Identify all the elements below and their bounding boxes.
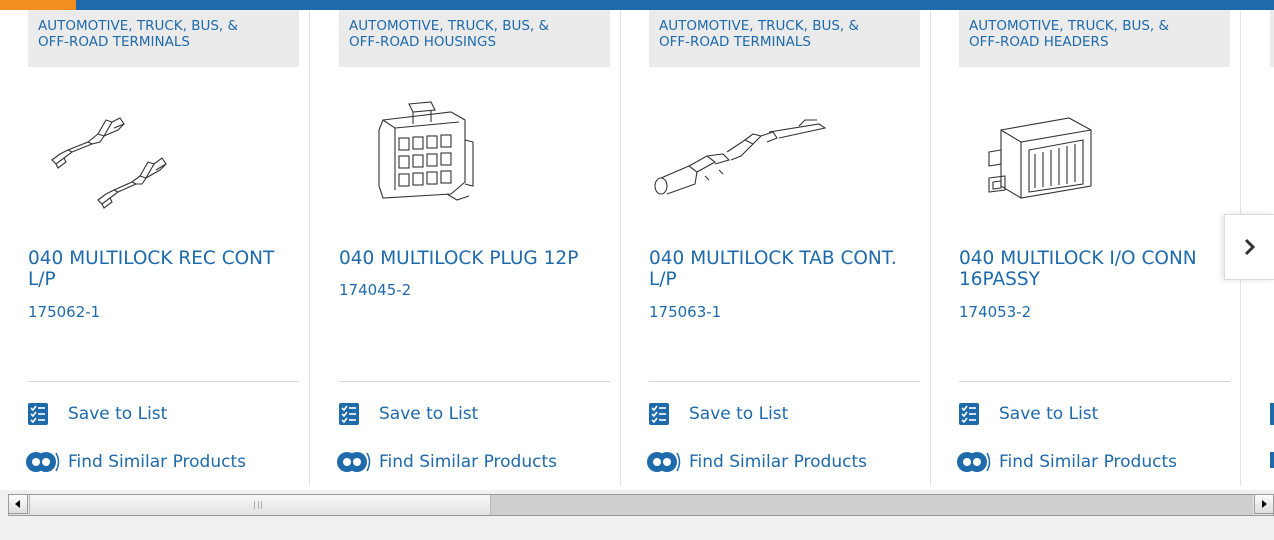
save-label: Save to List <box>689 404 789 424</box>
terminal-pair-image[interactable] <box>28 90 178 210</box>
save-to-list-button[interactable]: Save to List <box>649 403 788 425</box>
scroll-left-button[interactable] <box>8 494 28 514</box>
tab-terminal-image[interactable] <box>649 90 839 210</box>
save-label: Save to List <box>379 404 479 424</box>
category-line: OFF-ROAD TERMINALS <box>38 34 190 50</box>
similar-label: Find Similar Products <box>999 452 1177 472</box>
checklist-icon <box>959 403 979 425</box>
category-line: OFF-ROAD TERMINALS <box>659 34 811 50</box>
similar-products-icon <box>957 452 991 472</box>
product-card[interactable]: AUTOMOTIVE, TRUCK, BUS, & OFF-ROAD HEADE… <box>931 10 1241 486</box>
checklist-icon <box>339 403 359 425</box>
part-number[interactable]: 175062-1 <box>28 303 100 321</box>
product-name[interactable]: 040 MULTILOCK REC CONT L/P <box>28 248 303 290</box>
part-number[interactable]: 174045-2 <box>339 281 411 299</box>
product-category[interactable]: AUTOMOTIVE, TRUCK, BUS, & OFF-ROAD HOUSI… <box>339 10 610 67</box>
next-card-peek-icon <box>1270 403 1274 425</box>
product-carousel: AUTOMOTIVE, TRUCK, BUS, & OFF-ROAD TERMI… <box>0 0 1274 490</box>
product-category[interactable]: AUTOMOTIVE, TRUCK, BUS, & OFF-ROAD HEADE… <box>959 10 1230 67</box>
checklist-icon <box>28 403 48 425</box>
similar-label: Find Similar Products <box>379 452 557 472</box>
checklist-icon <box>649 403 669 425</box>
header-connector-image[interactable] <box>959 90 1109 210</box>
scroll-right-button[interactable] <box>1254 494 1274 514</box>
product-card[interactable]: AUTOMOTIVE, TRUCK, BUS, & OFF-ROAD HOUSI… <box>311 10 621 486</box>
product-name[interactable]: 040 MULTILOCK I/O CONN 16PASSY <box>959 248 1221 290</box>
next-card-peek <box>1270 10 1274 67</box>
category-line: AUTOMOTIVE, TRUCK, BUS, & <box>659 18 860 34</box>
card-divider <box>959 381 1230 382</box>
next-card-peek-icon <box>1270 452 1274 468</box>
product-name[interactable]: 040 MULTILOCK PLUG 12P <box>339 248 614 269</box>
similar-label: Find Similar Products <box>689 452 867 472</box>
find-similar-button[interactable]: Find Similar Products <box>647 450 867 474</box>
page-viewport: AUTOMOTIVE, TRUCK, BUS, & OFF-ROAD TERMI… <box>0 0 1274 540</box>
chevron-right-icon <box>1244 238 1255 256</box>
save-to-list-button[interactable]: Save to List <box>28 403 167 425</box>
similar-label: Find Similar Products <box>68 452 246 472</box>
product-card[interactable]: AUTOMOTIVE, TRUCK, BUS, & OFF-ROAD TERMI… <box>0 10 310 486</box>
similar-products-icon <box>26 452 60 472</box>
part-number[interactable]: 175063-1 <box>649 303 721 321</box>
save-to-list-button[interactable]: Save to List <box>959 403 1098 425</box>
carousel-next-button[interactable] <box>1224 214 1274 280</box>
save-to-list-button[interactable]: Save to List <box>339 403 478 425</box>
product-name[interactable]: 040 MULTILOCK TAB CONT. L/P <box>649 248 924 290</box>
card-divider <box>649 381 920 382</box>
card-divider <box>339 381 610 382</box>
part-number[interactable]: 174053-2 <box>959 303 1031 321</box>
category-line: AUTOMOTIVE, TRUCK, BUS, & <box>38 18 239 34</box>
similar-products-icon <box>647 452 681 472</box>
find-similar-button[interactable]: Find Similar Products <box>957 450 1177 474</box>
carousel-top-bar <box>0 0 1274 10</box>
card-divider <box>28 381 299 382</box>
save-label: Save to List <box>68 404 168 424</box>
product-category[interactable]: AUTOMOTIVE, TRUCK, BUS, & OFF-ROAD TERMI… <box>28 10 299 67</box>
scrollbar-thumb[interactable] <box>29 495 491 515</box>
category-line: OFF-ROAD HEADERS <box>969 34 1109 50</box>
similar-products-icon <box>337 452 371 472</box>
find-similar-button[interactable]: Find Similar Products <box>26 450 246 474</box>
product-category[interactable]: AUTOMOTIVE, TRUCK, BUS, & OFF-ROAD TERMI… <box>649 10 920 67</box>
scrollbar-grip-icon <box>254 501 262 509</box>
carousel-active-indicator <box>0 0 76 10</box>
plug-housing-image[interactable] <box>339 90 489 210</box>
category-line: OFF-ROAD HOUSINGS <box>349 34 497 50</box>
triangle-right-icon <box>1262 500 1267 508</box>
category-line: AUTOMOTIVE, TRUCK, BUS, & <box>349 18 550 34</box>
product-card[interactable]: AUTOMOTIVE, TRUCK, BUS, & OFF-ROAD TERMI… <box>621 10 931 486</box>
horizontal-scrollbar[interactable] <box>8 494 1274 516</box>
category-line: AUTOMOTIVE, TRUCK, BUS, & <box>969 18 1170 34</box>
triangle-left-icon <box>15 500 20 508</box>
save-label: Save to List <box>999 404 1099 424</box>
scrollbar-track[interactable] <box>491 495 1253 515</box>
find-similar-button[interactable]: Find Similar Products <box>337 450 557 474</box>
